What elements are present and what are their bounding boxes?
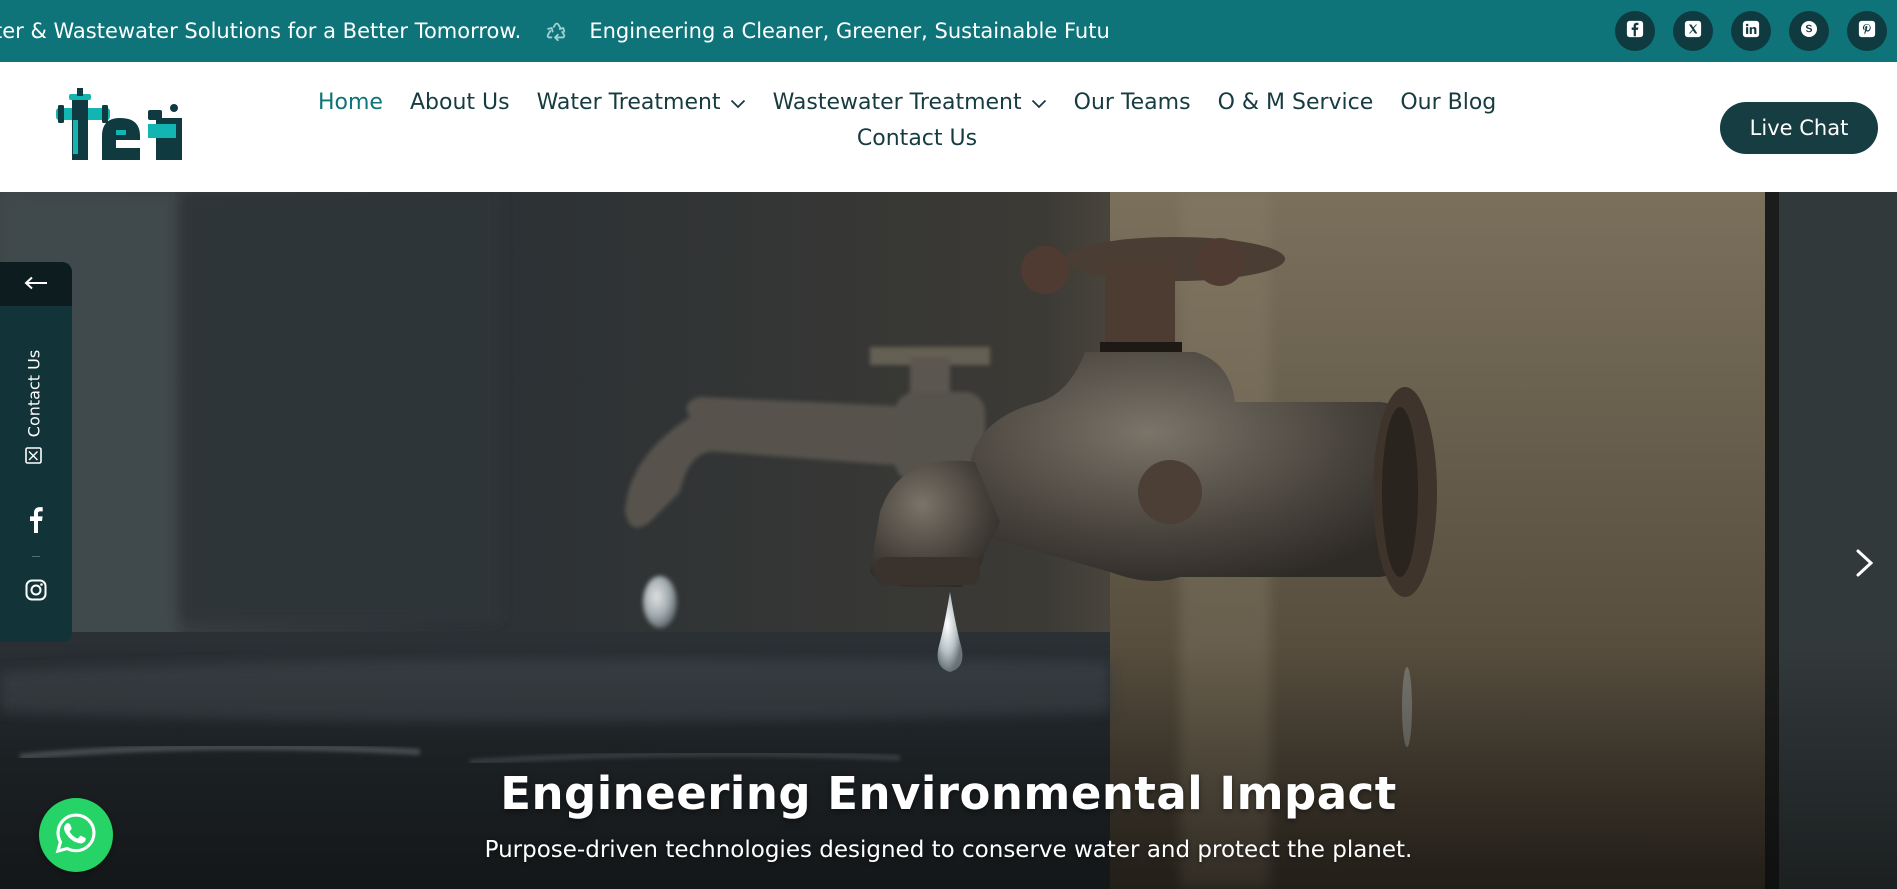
side-divider [32, 556, 40, 557]
side-panel-toggle[interactable] [0, 262, 72, 306]
facebook-link[interactable] [1615, 11, 1655, 51]
facebook-icon [1626, 20, 1644, 42]
side-contact-link[interactable]: Contact Us [0, 306, 72, 486]
nav-home[interactable]: Home [318, 90, 383, 115]
x-link[interactable] [1673, 11, 1713, 51]
chevron-down-icon [1031, 90, 1047, 115]
chevron-right-icon [1855, 548, 1875, 582]
side-contact-label: Contact Us [24, 349, 44, 438]
skype-icon [1799, 19, 1819, 43]
instagram-icon [25, 579, 47, 605]
side-instagram-link[interactable] [22, 578, 50, 606]
whatsapp-icon [53, 810, 99, 860]
social-links [1615, 11, 1887, 51]
side-panel-body: Contact Us [0, 306, 72, 642]
nav-om-service[interactable]: O & M Service [1218, 90, 1374, 115]
facebook-icon [28, 507, 44, 537]
x-twitter-icon [1684, 20, 1702, 42]
hero-subtitle: Purpose-driven technologies designed to … [484, 837, 1413, 863]
announcement-ticker: ter & Wastewater Solutions for a Better … [0, 0, 1110, 62]
slider-next-button[interactable] [1845, 545, 1885, 585]
arrow-left-icon [24, 275, 48, 294]
nav-contact-us[interactable]: Contact Us [857, 126, 977, 151]
chevron-down-icon [730, 90, 746, 115]
pinterest-link[interactable] [1847, 11, 1887, 51]
site-header: Home About Us Water Treatment Wastewater… [0, 62, 1897, 192]
nav-our-blog[interactable]: Our Blog [1400, 90, 1496, 115]
main-nav: Home About Us Water Treatment Wastewater… [318, 90, 1518, 151]
tei-logo[interactable] [56, 88, 184, 162]
linkedin-icon [1742, 20, 1760, 42]
hero-slider: Engineering Environmental Impact Purpose… [0, 192, 1897, 889]
floating-side-panel: Contact Us [0, 262, 72, 642]
whatsapp-button[interactable] [39, 798, 113, 872]
ticker-item: Engineering a Cleaner, Greener, Sustaina… [589, 19, 1110, 43]
mail-icon [25, 447, 42, 468]
hero-title: Engineering Environmental Impact [500, 767, 1397, 820]
top-bar: ter & Wastewater Solutions for a Better … [0, 0, 1897, 62]
side-facebook-link[interactable] [22, 507, 50, 537]
nav-our-teams[interactable]: Our Teams [1074, 90, 1191, 115]
nav-water-treatment-label: Water Treatment [536, 90, 721, 115]
nav-about[interactable]: About Us [410, 90, 510, 115]
live-chat-button[interactable]: Live Chat [1720, 102, 1878, 154]
ticker-item: ter & Wastewater Solutions for a Better … [0, 19, 522, 43]
recycle-icon [545, 20, 567, 42]
skype-link[interactable] [1789, 11, 1829, 51]
nav-wastewater-treatment-label: Wastewater Treatment [772, 90, 1022, 115]
nav-wastewater-treatment[interactable]: Wastewater Treatment [773, 90, 1047, 115]
linkedin-link[interactable] [1731, 11, 1771, 51]
pinterest-icon [1858, 20, 1876, 42]
nav-water-treatment[interactable]: Water Treatment [537, 90, 746, 115]
